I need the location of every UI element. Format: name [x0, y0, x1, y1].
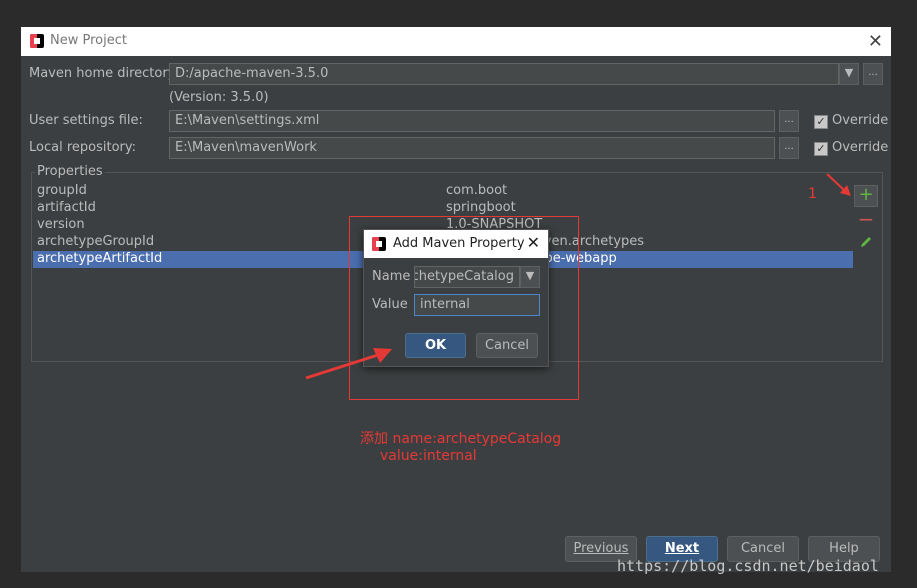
new-project-window: New Project ✕ Maven home directory: D:/a…: [21, 27, 891, 572]
watermark-text: https://blog.csdn.net/beidaol: [617, 557, 879, 575]
annotation-line-2: value:internal: [380, 448, 477, 464]
screen-background-top: [0, 0, 917, 27]
screen-background-right: [891, 0, 917, 588]
annotation-step-number: 1: [808, 186, 817, 202]
screen-background-left: [0, 0, 21, 588]
arrow-to-dialog: [305, 352, 382, 380]
annotation-line-1: 添加 name:archetypeCatalog: [360, 431, 562, 447]
annotation-arrows: [305, 173, 851, 380]
arrow-to-add: [826, 173, 845, 191]
